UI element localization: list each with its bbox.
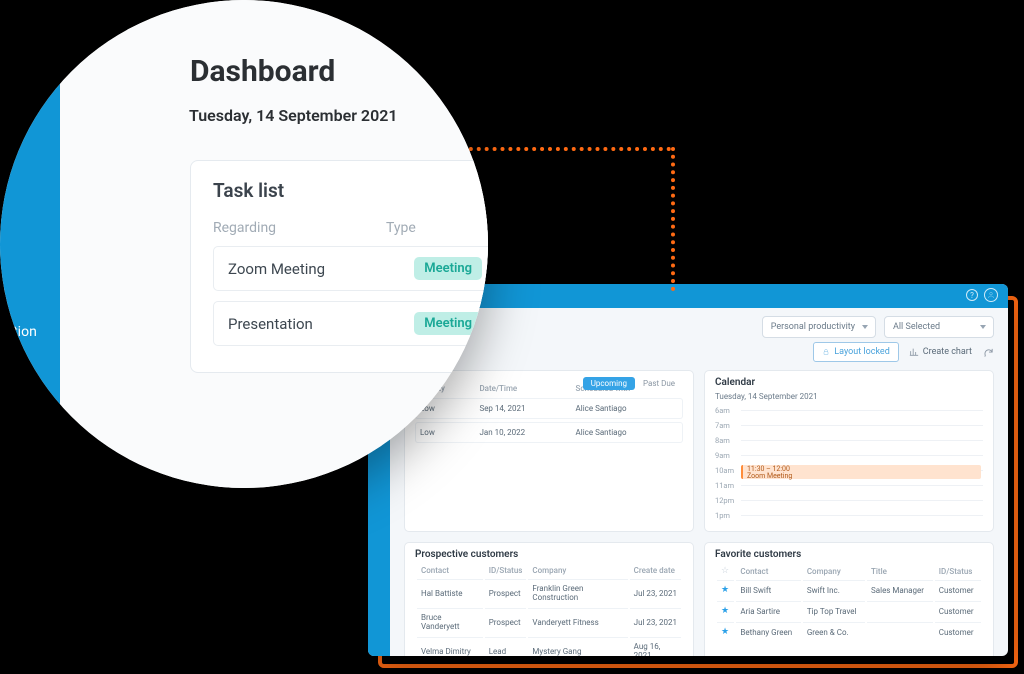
layout-locked-label: Layout locked [834,347,890,357]
star-icon[interactable]: ★ [721,606,729,616]
productivity-dropdown[interactable]: Personal productivity [762,316,876,338]
chart-icon [909,347,919,357]
profile-icon[interactable] [984,288,998,302]
zoom-task-list-card: Task list Regarding Type Zoom Meeting Me… [190,160,488,373]
favorites-card: Favorite customers ☆ Contact Company Tit… [704,542,994,656]
prospects-title: Prospective customers [415,549,683,560]
calendar-title: Calendar [715,377,983,388]
table-row[interactable]: Velma DimitryLeadMystery GangAug 16, 202… [417,637,681,656]
col-type: Type [386,220,416,236]
calendar-date: Tuesday, 14 September 2021 [715,392,983,401]
type-badge: Meeting [414,257,482,280]
favorites-title: Favorite customers [715,549,983,560]
page-date: Tuesday, 14 September 2021 [189,106,398,125]
star-icon[interactable]: ★ [721,627,729,637]
zoom-lens: es y unities Automation Dashboard Tuesda… [0,0,488,488]
layout-locked-button[interactable]: Layout locked [813,342,899,362]
create-chart-link[interactable]: Create chart [909,347,972,357]
sidebar-item[interactable]: y [0,235,60,269]
zoom-card-title: Task list [213,179,488,202]
lock-icon [822,348,830,356]
calendar-event[interactable]: 11:30 – 12:00 Zoom Meeting [741,465,981,479]
refresh-button[interactable] [982,346,994,358]
zoom-sidebar: es y unities Automation [0,0,60,488]
create-chart-label: Create chart [923,347,972,357]
table-row[interactable]: Bruce VanderyettProspectVanderyett Fitne… [417,608,681,635]
sidebar-item[interactable]: Automation [0,315,60,349]
calendar-card: Calendar Tuesday, 14 September 2021 6am … [704,370,994,532]
table-row[interactable]: Hal BattisteProspectFranklin Green Const… [417,579,681,606]
sidebar-item[interactable]: unities [0,275,60,309]
col-regarding: Regarding [213,220,276,236]
page-title: Dashboard [190,54,335,89]
type-badge: Meeting [414,312,482,335]
task-row[interactable]: Presentation Meeting [213,301,488,346]
table-row[interactable]: ★Bill SwiftSwift Inc.Sales ManagerCustom… [717,580,981,599]
selection-dropdown[interactable]: All Selected [884,316,994,338]
col-datetime: Date/Time [475,384,571,395]
prospects-card: Prospective customers Contact ID/Status … [404,542,694,656]
help-icon[interactable]: ? [966,289,978,301]
tab-upcoming[interactable]: Upcoming [583,377,635,390]
connector-line [671,147,675,291]
task-row[interactable]: Zoom Meeting Meeting [213,246,488,291]
table-row[interactable]: ★Bethany GreenGreen & Co.Customer [717,622,981,641]
sidebar-item[interactable]: es [0,175,60,209]
task-tabs: Upcoming Past Due [583,377,683,390]
table-row[interactable]: ★Aria SartireTip Top TravelCustomer [717,601,981,620]
star-icon: ☆ [721,566,729,576]
tab-past-due[interactable]: Past Due [635,377,683,390]
star-icon[interactable]: ★ [721,585,729,595]
refresh-icon [983,347,994,358]
